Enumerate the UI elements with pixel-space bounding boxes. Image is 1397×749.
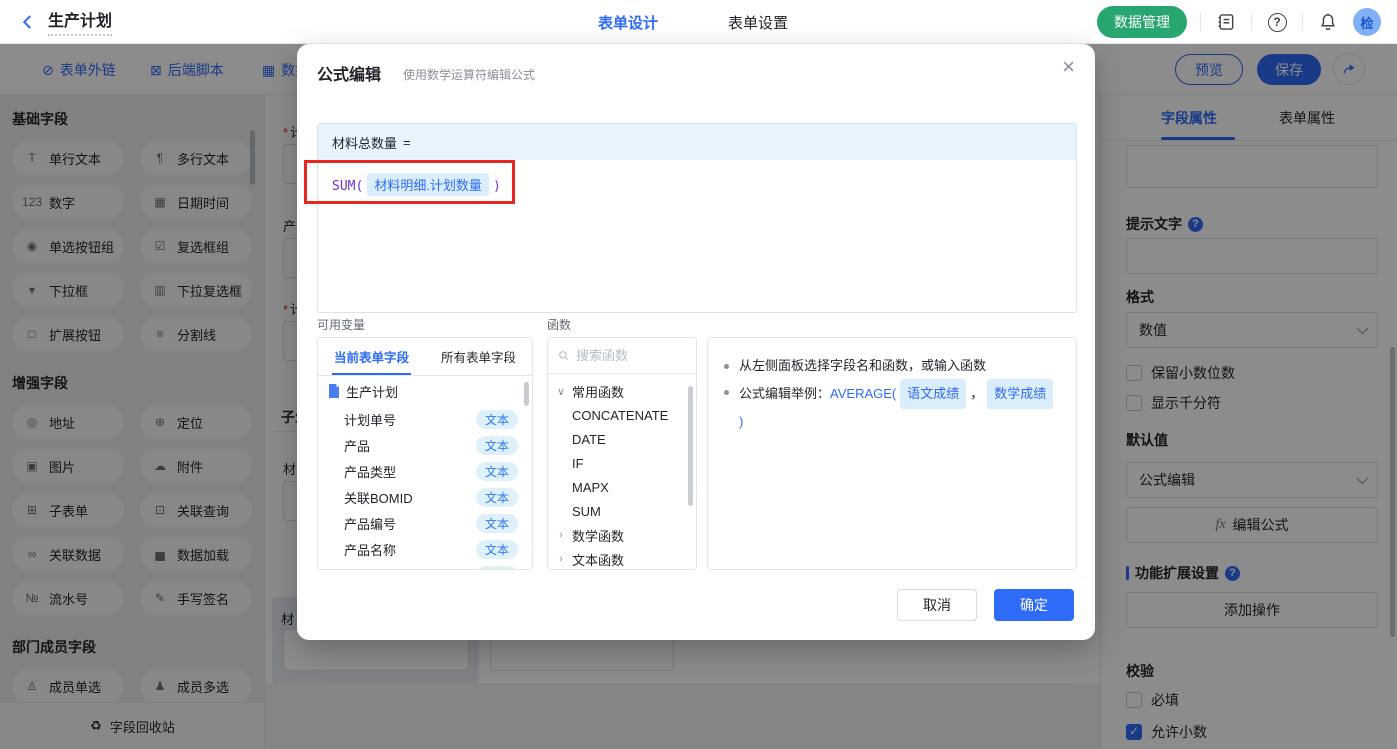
document-icon [329, 384, 339, 398]
header-actions: 数据管理 检 [1097, 0, 1381, 44]
example-field-chip: 数学成绩 [987, 379, 1054, 409]
variable-row[interactable]: 产品名称 文本 [318, 536, 532, 562]
type-badge: 文本 [475, 487, 518, 507]
confirm-button[interactable]: 确定 [994, 589, 1074, 621]
chevron-collapsed-icon: › [559, 553, 563, 565]
data-manage-button[interactable]: 数据管理 [1097, 6, 1187, 38]
formula-target-field: 材料总数量 [332, 135, 398, 151]
function-search [548, 338, 696, 374]
avatar[interactable]: 检 [1353, 8, 1381, 36]
function-item[interactable]: SUM [548, 499, 696, 523]
example-function-token: AVERAGE( [830, 386, 897, 401]
function-item[interactable]: MAPX [548, 475, 696, 499]
modal-title: 公式编辑 [317, 67, 382, 84]
function-group-text[interactable]: › 文本函数 [548, 547, 696, 569]
function-item[interactable]: CONCATENATE [548, 403, 696, 427]
type-badge: 文本 [475, 409, 518, 429]
type-badge: 文本 [475, 539, 518, 559]
variable-row[interactable]: 关联BOMID 文本 [318, 484, 532, 510]
variable-row[interactable]: 产品编号 文本 [318, 510, 532, 536]
type-badge: 文本 [475, 565, 518, 569]
page-title: 生产计划 [48, 7, 113, 36]
help-glyph [1267, 12, 1287, 32]
app-root: 生产计划 表单设计 表单设置 数据管理 检 ⊘ 表单外链 ⊠ 后端 [0, 0, 1397, 749]
search-icon [559, 351, 569, 361]
type-badge: 文本 [475, 435, 518, 455]
variable-row[interactable]: 产品类型 文本 [318, 458, 532, 484]
function-list: ∨ 常用函数 CONCATENATE DATE IF MAPX SUM › 数学函数… [548, 374, 696, 569]
contacts-book-glyph [1218, 14, 1234, 30]
cancel-button[interactable]: 取消 [897, 589, 977, 621]
example-field-chip: 语文成绩 [900, 379, 967, 409]
top-header: 生产计划 表单设计 表单设置 数据管理 检 [0, 0, 1397, 44]
variables-panel: 当前表单字段 所有表单字段 生产计划 计划单号 文本 产品 文本 产品类型 文本 关联… [317, 337, 533, 570]
bullet-icon [724, 390, 729, 395]
functions-panel: ∨常用函数 CONCATENATE DATE IF MAPX SUM ›数学函数… [547, 337, 697, 570]
function-group-common[interactable]: ∨ 常用函数 [548, 379, 696, 403]
chevron-collapsed-icon: › [559, 529, 563, 541]
formula-editor: 材料总数量 = SUM(材料明细.计划数量) [317, 123, 1077, 313]
bell-icon[interactable] [1316, 10, 1340, 34]
modal-subtitle: 使用数学运算符编辑公式 [403, 68, 536, 82]
function-search-input[interactable] [576, 348, 686, 363]
functions-label: 函数 [547, 318, 572, 332]
variables-tabs: 当前表单字段 所有表单字段 [318, 338, 532, 376]
formula-input-area[interactable]: SUM(材料明细.计划数量) [318, 160, 1076, 209]
tree-root-form[interactable]: 生产计划 [318, 376, 532, 406]
divider [1302, 13, 1303, 31]
type-badge: 文本 [475, 461, 518, 481]
chevron-left-icon [22, 14, 31, 29]
formula-close-paren: ) [492, 179, 501, 194]
formula-edit-modal: 公式编辑 使用数学运算符编辑公式 × 材料总数量 = SUM(材料明细.计划数量… [297, 44, 1095, 640]
variable-row[interactable]: 文本 [318, 562, 532, 569]
formula-field-chip[interactable]: 材料明细.计划数量 [367, 173, 489, 196]
function-item[interactable]: DATE [548, 427, 696, 451]
header-tabs: 表单设计 表单设置 [598, 0, 788, 44]
tab-form-settings[interactable]: 表单设置 [728, 12, 788, 33]
variables-scrollbar[interactable] [524, 382, 529, 406]
formula-equals: = [403, 134, 411, 150]
tab-current-form-fields[interactable]: 当前表单字段 [318, 338, 425, 375]
tab-form-design[interactable]: 表单设计 [598, 12, 658, 33]
functions-scrollbar[interactable] [688, 386, 693, 506]
bell-glyph [1321, 13, 1335, 31]
type-badge: 文本 [475, 513, 518, 533]
help-icon[interactable] [1265, 10, 1289, 34]
tab-all-form-fields[interactable]: 所有表单字段 [425, 338, 532, 375]
divider [1200, 13, 1201, 31]
tips-panel: 从左侧面板选择字段名和函数，或输入函数 公式编辑举例：AVERAGE(语文成绩，… [707, 337, 1077, 570]
variable-row[interactable]: 计划单号 文本 [318, 406, 532, 432]
contacts-book-icon[interactable] [1214, 10, 1238, 34]
function-group-math[interactable]: › 数学函数 [548, 523, 696, 547]
variables-label: 可用变量 [317, 318, 366, 332]
back-button[interactable] [14, 8, 42, 36]
chevron-expanded-icon: ∨ [556, 385, 566, 398]
tip-line-2: 公式编辑举例：AVERAGE(语文成绩，数学成绩) [724, 379, 1060, 435]
tip-line-1: 从左侧面板选择字段名和函数，或输入函数 [724, 353, 1060, 379]
function-item[interactable]: IF [548, 451, 696, 475]
formula-target-row: 材料总数量 = [318, 124, 1076, 160]
variable-row[interactable]: 产品 文本 [318, 432, 532, 458]
bullet-icon [724, 364, 729, 369]
close-icon[interactable]: × [1062, 56, 1075, 78]
divider [1251, 13, 1252, 31]
formula-function-token: SUM( [332, 179, 364, 194]
